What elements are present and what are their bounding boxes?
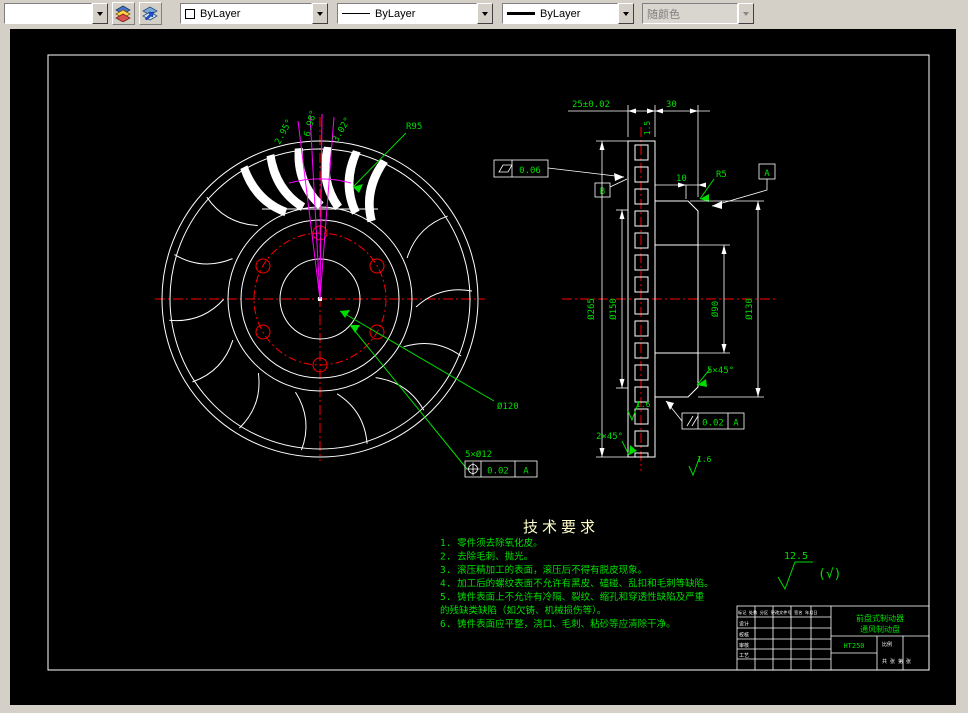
titleblock-check: 校核 <box>739 632 749 639</box>
layers-icon <box>115 5 132 22</box>
titleblock-material: HT250 <box>843 642 864 650</box>
chevron-down-icon <box>623 12 629 16</box>
tech-line: 的残缺类缺陷（如欠铸、机械损伤等）。 <box>440 605 606 617</box>
color-combo-value[interactable]: ByLayer <box>180 3 312 24</box>
titleblock-scale: 比例 <box>882 641 892 648</box>
dim-angle-1: 2.95° <box>273 118 295 147</box>
finish-tick: (√) <box>818 567 841 582</box>
dim-bolt-circle-dia: Ø120 <box>497 401 519 412</box>
titleblock-sheet: 共 张 第 张 <box>882 658 911 665</box>
dim-radius-r95: R95 <box>406 122 422 132</box>
lineweight-sample-icon <box>507 12 535 15</box>
parallelism-value: 0.02 <box>702 419 724 429</box>
parallelism-datum: A <box>733 419 739 429</box>
lineweight-combo-value[interactable]: ByLayer <box>502 3 618 24</box>
dim-angle-2: 6.98° <box>303 109 320 138</box>
titleblock-rev-header: 标记 处数 分区 更改文件号 签名 年月日 <box>738 609 818 616</box>
section-view: 25±0.02 30 1.5 10 R5 <box>494 100 776 475</box>
title-block: 标记 处数 分区 更改文件号 签名 年月日 设计 校核 审核 工艺 前盘式制动器… <box>737 606 929 670</box>
color-swatch-icon <box>185 9 195 19</box>
color-combo-arrow[interactable] <box>312 3 328 24</box>
dim-outer-diameter: Ø265 <box>586 298 597 320</box>
layer-manager-button[interactable] <box>139 2 162 25</box>
chevron-down-icon <box>743 12 749 16</box>
titleblock-audit: 审核 <box>739 642 749 649</box>
linetype-sample-icon <box>342 13 370 14</box>
titleblock-process: 工艺 <box>739 653 749 659</box>
flatness-icon <box>499 165 512 172</box>
tech-line: 3. 滚压精加工的表面，滚压后不得有脱皮现象。 <box>440 564 647 576</box>
tech-line: 1. 零件须去除氧化皮。 <box>440 537 543 549</box>
lineweight-combo-label: ByLayer <box>540 8 580 20</box>
flatness-tolerance-frame <box>494 160 624 181</box>
tech-line: 2. 去除毛刺、抛光。 <box>440 551 533 563</box>
dim-vane-diameter: Ø150 <box>608 298 619 320</box>
roughness-check-icon <box>778 562 813 589</box>
dim-chamfer-plate: 2×45° <box>596 432 623 442</box>
hole-leader-arrow <box>350 325 360 333</box>
plotstyle-combo-arrow <box>738 3 754 24</box>
linetype-combo-arrow[interactable] <box>477 3 493 24</box>
color-combo-label: ByLayer <box>200 8 240 20</box>
position-tolerance-frame: 0.02 A <box>465 461 537 477</box>
tech-line: 4. 加工后的螺纹表面不允许有黑皮、磕碰、乱扣和毛刺等缺陷。 <box>440 578 714 590</box>
linetype-combo-label: ByLayer <box>375 8 415 20</box>
color-combo[interactable]: ByLayer <box>180 3 328 24</box>
autocad-window: ByLayer ByLayer ByLayer 随颜色 <box>0 0 968 713</box>
drawing-svg: 2.95° 6.98° 3.02° R95 Ø120 5×Ø12 <box>10 29 956 705</box>
tech-line: 5. 铸件表面上不允许有冷隔、裂纹、缩孔和穿透性缺陷及严重 <box>440 591 705 603</box>
layer-stack-icon <box>142 5 159 22</box>
linetype-combo[interactable]: ByLayer <box>337 3 493 24</box>
front-view: 2.95° 6.98° 3.02° R95 Ø120 5×Ø12 <box>155 109 537 477</box>
layer-combo-arrow[interactable] <box>92 3 108 24</box>
dim-hub-diameter: Ø130 <box>744 298 755 320</box>
lineweight-combo-arrow[interactable] <box>618 3 634 24</box>
titleblock-product: 前盘式制动器 <box>856 613 904 623</box>
dim-fillet: R5 <box>716 170 727 180</box>
position-icon <box>467 463 480 476</box>
plotstyle-combo-value: 随颜色 <box>642 3 738 24</box>
roughness-value-2: 1.6 <box>697 455 712 464</box>
bolt-circle-arrow <box>340 310 350 318</box>
dim-chamfer-hub: 5×45° <box>707 366 734 376</box>
flatness-value: 0.06 <box>519 166 541 176</box>
chevron-down-icon <box>97 12 103 16</box>
finish-ra-value: 12.5 <box>784 551 808 562</box>
bolt-circle-leader <box>340 311 494 401</box>
tech-title: 技术要求 <box>523 518 599 536</box>
chevron-down-icon <box>317 12 323 16</box>
layer-combo[interactable] <box>4 3 108 24</box>
drawing-canvas-area[interactable]: 2.95° 6.98° 3.02° R95 Ø120 5×Ø12 <box>10 29 956 705</box>
dim-hub-width: 30 <box>666 100 677 110</box>
object-properties-toolbar: ByLayer ByLayer ByLayer 随颜色 <box>0 0 968 27</box>
linetype-combo-value[interactable]: ByLayer <box>337 3 477 24</box>
dim-disc-width: 25±0.02 <box>572 100 610 110</box>
tech-requirements: 技术要求 1. 零件须去除氧化皮。 2. 去除毛刺、抛光。 3. 滚压精加工的表… <box>440 518 714 630</box>
vane-strip-cells <box>628 141 655 457</box>
hub-top-flange <box>655 201 698 245</box>
hub-bottom-flange <box>655 353 698 397</box>
titleblock-design: 设计 <box>739 621 749 628</box>
chevron-down-icon <box>482 12 488 16</box>
tech-line: 6. 铸件表面应平整，浇口、毛刺、粘砂等应清除干净。 <box>440 618 676 630</box>
layer-combo-value[interactable] <box>4 3 92 24</box>
r95-leader <box>353 133 406 187</box>
datum-a-label: A <box>764 169 770 179</box>
surface-finish-mark: 12.5 (√) <box>778 551 841 589</box>
position-value: 0.02 <box>487 467 509 477</box>
plotstyle-combo: 随颜色 <box>642 3 754 24</box>
dim-step: 10 <box>676 174 687 184</box>
make-object-layer-current-button[interactable] <box>112 2 135 25</box>
datum-b-label: B <box>600 187 605 197</box>
roughness-value-1: 1.6 <box>636 400 651 409</box>
titleblock-part: 通风制动盘 <box>860 624 900 634</box>
dim-bore-diameter: Ø90 <box>710 301 721 317</box>
lineweight-combo[interactable]: ByLayer <box>502 3 634 24</box>
position-datum: A <box>523 467 529 477</box>
hole-leader <box>350 325 467 469</box>
dim-lip: 1.5 <box>643 121 652 136</box>
dim-angle-3: 3.02° <box>331 116 353 144</box>
dim-hole-note: 5×Ø12 <box>465 449 492 460</box>
parallelism-icon <box>687 416 698 426</box>
